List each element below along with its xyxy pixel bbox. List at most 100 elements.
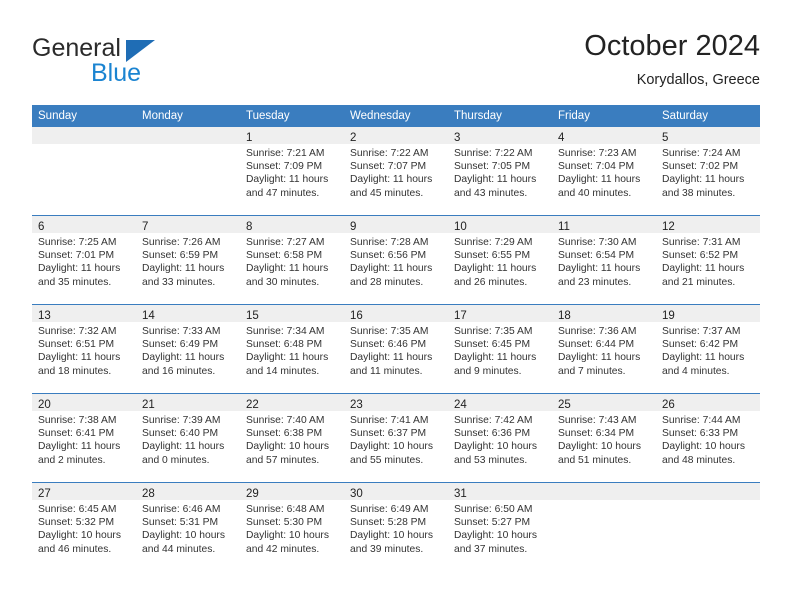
day-sun-info: Sunrise: 7:41 AM Sunset: 6:37 PM Daylight:… [344, 411, 448, 467]
day-cell-9[interactable]: 9 Sunrise: 7:28 AM Sunset: 6:56 PM Daylight… [344, 216, 448, 304]
day-number-band: 15 [240, 305, 344, 322]
day-cell-30[interactable]: 30 Sunrise: 6:49 AM Sunset: 5:28 PM Dayligh… [344, 483, 448, 571]
weekday-header-tuesday: Tuesday [240, 105, 344, 127]
sunset-text: Sunset: 6:49 PM [142, 339, 219, 351]
day-cell-18[interactable]: 18 Sunrise: 7:36 AM Sunset: 6:44 PM Dayligh… [552, 305, 656, 393]
day-cell-26[interactable]: 26 Sunrise: 7:44 AM Sunset: 6:33 PM Dayligh… [656, 394, 760, 482]
day-cell-17[interactable]: 17 Sunrise: 7:35 AM Sunset: 6:45 PM Dayligh… [448, 305, 552, 393]
calendar-week-row: 20 Sunrise: 7:38 AM Sunset: 6:41 PM Dayligh… [32, 393, 760, 483]
calendar-cell: 13 Sunrise: 7:32 AM Sunset: 6:51 PM Dayligh… [32, 304, 136, 394]
day-cell-25[interactable]: 25 Sunrise: 7:43 AM Sunset: 6:34 PM Dayligh… [552, 394, 656, 482]
day-number: 21 [142, 399, 155, 411]
weekday-header-monday: Monday [136, 105, 240, 127]
day-cell-13[interactable]: 13 Sunrise: 7:32 AM Sunset: 6:51 PM Dayligh… [32, 305, 136, 393]
calendar-cell [552, 482, 656, 571]
daylight-text: Daylight: 10 hours and 44 minutes. [142, 530, 225, 555]
sunset-text: Sunset: 7:05 PM [454, 161, 531, 173]
sunrise-text: Sunrise: 7:30 AM [558, 237, 637, 248]
sunset-text: Sunset: 6:40 PM [142, 428, 219, 440]
day-number-band [552, 483, 656, 500]
sunset-text: Sunset: 7:01 PM [38, 250, 115, 262]
day-cell-7[interactable]: 7 Sunrise: 7:26 AM Sunset: 6:59 PM Daylight… [136, 216, 240, 304]
day-number-band: 17 [448, 305, 552, 322]
day-number: 28 [142, 488, 155, 500]
sunset-text: Sunset: 5:28 PM [350, 517, 427, 529]
day-sun-info: Sunrise: 7:40 AM Sunset: 6:38 PM Daylight:… [240, 411, 344, 467]
day-sun-info: Sunrise: 7:43 AM Sunset: 6:34 PM Daylight:… [552, 411, 656, 467]
day-cell-6[interactable]: 6 Sunrise: 7:25 AM Sunset: 7:01 PM Daylight… [32, 216, 136, 304]
calendar-cell: 21 Sunrise: 7:39 AM Sunset: 6:40 PM Dayligh… [136, 393, 240, 483]
day-cell-24[interactable]: 24 Sunrise: 7:42 AM Sunset: 6:36 PM Dayligh… [448, 394, 552, 482]
day-cell-19[interactable]: 19 Sunrise: 7:37 AM Sunset: 6:42 PM Dayligh… [656, 305, 760, 393]
calendar-cell: 3 Sunrise: 7:22 AM Sunset: 7:05 PM Daylight… [448, 127, 552, 216]
day-sun-info: Sunrise: 6:45 AM Sunset: 5:32 PM Daylight:… [32, 500, 136, 556]
day-cell-29[interactable]: 29 Sunrise: 6:48 AM Sunset: 5:30 PM Dayligh… [240, 483, 344, 571]
sunrise-text: Sunrise: 7:35 AM [454, 326, 533, 337]
day-number: 13 [38, 310, 51, 322]
day-sun-info: Sunrise: 7:25 AM Sunset: 7:01 PM Daylight:… [32, 233, 136, 289]
day-sun-info: Sunrise: 7:27 AM Sunset: 6:58 PM Daylight:… [240, 233, 344, 289]
daylight-text: Daylight: 11 hours and 43 minutes. [454, 174, 537, 199]
day-sun-info: Sunrise: 7:36 AM Sunset: 6:44 PM Daylight:… [552, 322, 656, 378]
day-number-band: 18 [552, 305, 656, 322]
day-cell-8[interactable]: 8 Sunrise: 7:27 AM Sunset: 6:58 PM Daylight… [240, 216, 344, 304]
calendar-week-row: 27 Sunrise: 6:45 AM Sunset: 5:32 PM Dayligh… [32, 482, 760, 571]
day-cell-4[interactable]: 4 Sunrise: 7:23 AM Sunset: 7:04 PM Daylight… [552, 127, 656, 215]
day-cell-28[interactable]: 28 Sunrise: 6:46 AM Sunset: 5:31 PM Dayligh… [136, 483, 240, 571]
day-sun-info: Sunrise: 7:35 AM Sunset: 6:46 PM Daylight:… [344, 322, 448, 378]
day-cell-20[interactable]: 20 Sunrise: 7:38 AM Sunset: 6:41 PM Dayligh… [32, 394, 136, 482]
daylight-text: Daylight: 11 hours and 23 minutes. [558, 263, 641, 288]
day-cell-16[interactable]: 16 Sunrise: 7:35 AM Sunset: 6:46 PM Dayligh… [344, 305, 448, 393]
day-number: 30 [350, 488, 363, 500]
daylight-text: Daylight: 10 hours and 37 minutes. [454, 530, 537, 555]
sunrise-text: Sunrise: 7:21 AM [246, 148, 325, 159]
day-number: 12 [662, 221, 675, 233]
day-number-band: 20 [32, 394, 136, 411]
daylight-text: Daylight: 11 hours and 38 minutes. [662, 174, 745, 199]
day-cell-empty [136, 127, 240, 215]
day-number-band: 21 [136, 394, 240, 411]
day-cell-1[interactable]: 1 Sunrise: 7:21 AM Sunset: 7:09 PM Daylight… [240, 127, 344, 215]
calendar-cell: 7 Sunrise: 7:26 AM Sunset: 6:59 PM Daylight… [136, 215, 240, 305]
sunrise-text: Sunrise: 7:31 AM [662, 237, 741, 248]
day-cell-5[interactable]: 5 Sunrise: 7:24 AM Sunset: 7:02 PM Daylight… [656, 127, 760, 215]
calendar-cell: 22 Sunrise: 7:40 AM Sunset: 6:38 PM Dayligh… [240, 393, 344, 483]
sunrise-text: Sunrise: 7:44 AM [662, 415, 741, 426]
day-cell-23[interactable]: 23 Sunrise: 7:41 AM Sunset: 6:37 PM Dayligh… [344, 394, 448, 482]
sunrise-text: Sunrise: 7:26 AM [142, 237, 221, 248]
day-number: 15 [246, 310, 259, 322]
day-sun-info: Sunrise: 7:21 AM Sunset: 7:09 PM Daylight:… [240, 144, 344, 200]
brand-logo[interactable]: General Blue [32, 34, 292, 94]
day-cell-2[interactable]: 2 Sunrise: 7:22 AM Sunset: 7:07 PM Daylight… [344, 127, 448, 215]
calendar-cell: 27 Sunrise: 6:45 AM Sunset: 5:32 PM Dayligh… [32, 482, 136, 571]
day-cell-31[interactable]: 31 Sunrise: 6:50 AM Sunset: 5:27 PM Dayligh… [448, 483, 552, 571]
calendar-week-row: 1 Sunrise: 7:21 AM Sunset: 7:09 PM Daylight… [32, 127, 760, 216]
calendar-cell: 24 Sunrise: 7:42 AM Sunset: 6:36 PM Dayligh… [448, 393, 552, 483]
daylight-text: Daylight: 11 hours and 30 minutes. [246, 263, 329, 288]
calendar-cell [656, 482, 760, 571]
day-cell-21[interactable]: 21 Sunrise: 7:39 AM Sunset: 6:40 PM Dayligh… [136, 394, 240, 482]
day-cell-27[interactable]: 27 Sunrise: 6:45 AM Sunset: 5:32 PM Dayligh… [32, 483, 136, 571]
day-cell-14[interactable]: 14 Sunrise: 7:33 AM Sunset: 6:49 PM Dayligh… [136, 305, 240, 393]
daylight-text: Daylight: 10 hours and 48 minutes. [662, 441, 745, 466]
sunset-text: Sunset: 5:32 PM [38, 517, 115, 529]
day-number-band: 30 [344, 483, 448, 500]
day-cell-3[interactable]: 3 Sunrise: 7:22 AM Sunset: 7:05 PM Daylight… [448, 127, 552, 215]
sunset-text: Sunset: 6:56 PM [350, 250, 427, 262]
day-number-band: 27 [32, 483, 136, 500]
day-cell-10[interactable]: 10 Sunrise: 7:29 AM Sunset: 6:55 PM Dayligh… [448, 216, 552, 304]
day-cell-11[interactable]: 11 Sunrise: 7:30 AM Sunset: 6:54 PM Dayligh… [552, 216, 656, 304]
day-number: 8 [246, 221, 253, 233]
day-number-band: 29 [240, 483, 344, 500]
day-number-band: 1 [240, 127, 344, 144]
calendar-cell [32, 127, 136, 216]
sunset-text: Sunset: 5:31 PM [142, 517, 219, 529]
day-number-band: 22 [240, 394, 344, 411]
weekday-header-sunday: Sunday [32, 105, 136, 127]
day-cell-22[interactable]: 22 Sunrise: 7:40 AM Sunset: 6:38 PM Dayligh… [240, 394, 344, 482]
calendar-cell: 12 Sunrise: 7:31 AM Sunset: 6:52 PM Dayligh… [656, 215, 760, 305]
sunrise-text: Sunrise: 7:24 AM [662, 148, 741, 159]
day-cell-15[interactable]: 15 Sunrise: 7:34 AM Sunset: 6:48 PM Dayligh… [240, 305, 344, 393]
sunrise-text: Sunrise: 6:46 AM [142, 504, 221, 515]
day-cell-12[interactable]: 12 Sunrise: 7:31 AM Sunset: 6:52 PM Dayligh… [656, 216, 760, 304]
